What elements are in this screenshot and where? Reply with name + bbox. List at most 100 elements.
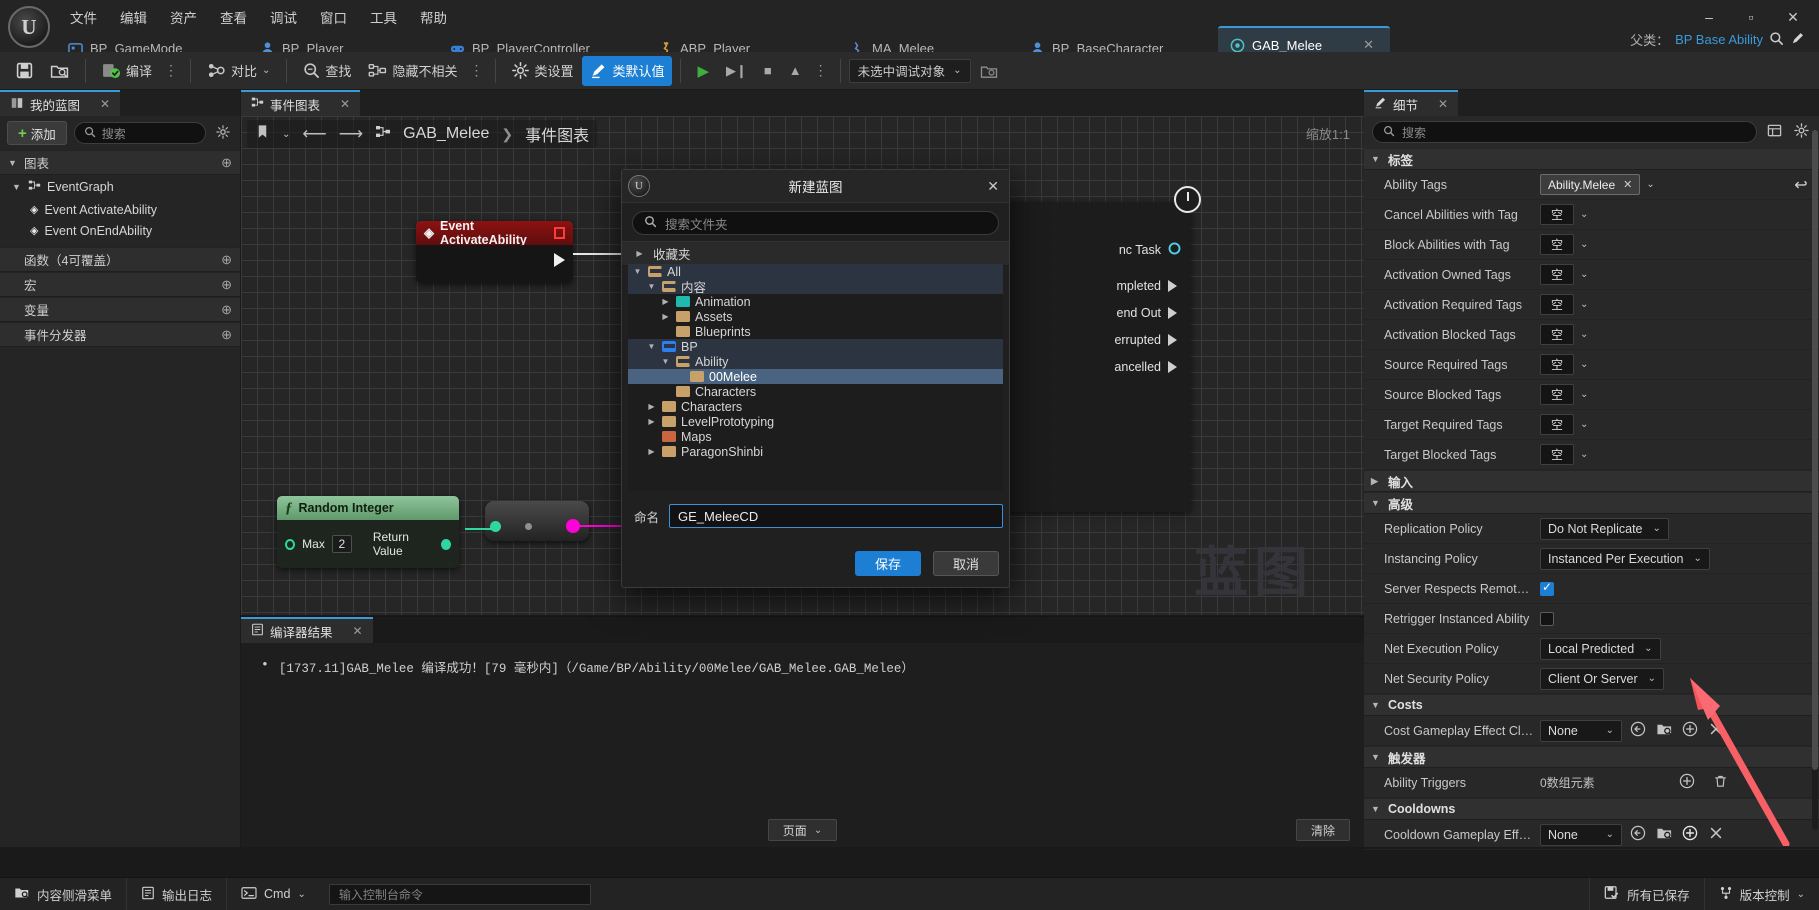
compile-button[interactable]: 编译: [94, 56, 160, 86]
tag-container-empty[interactable]: 空: [1540, 294, 1574, 315]
tag-container-empty[interactable]: 空: [1540, 414, 1574, 435]
scrollbar-thumb[interactable]: [1812, 130, 1818, 770]
section-macros[interactable]: 宏 ⊕: [0, 272, 240, 297]
chevron-down-icon[interactable]: ⌄: [1580, 329, 1588, 340]
play-options-button[interactable]: ⋮: [811, 62, 832, 79]
cooldown-gameplay-effect-dropdown[interactable]: None ⌄: [1540, 823, 1622, 846]
debug-object-select[interactable]: 未选中调试对象 ⌄: [848, 58, 971, 83]
edit-icon[interactable]: [1790, 31, 1805, 49]
tag-container-empty[interactable]: 空: [1540, 264, 1574, 285]
chevron-right-icon[interactable]: ▶: [660, 297, 671, 306]
close-icon[interactable]: ✕: [100, 97, 110, 111]
stop-button[interactable]: ■: [756, 56, 780, 86]
chevron-down-icon[interactable]: ▼: [632, 267, 643, 276]
tree-item-animation[interactable]: ▶ Animation: [628, 294, 1003, 309]
gear-icon[interactable]: [213, 124, 233, 142]
chevron-down-icon[interactable]: ⌄: [1580, 239, 1588, 250]
debug-browse-button[interactable]: [972, 56, 1006, 86]
category-advanced[interactable]: ▼ 高级: [1364, 492, 1819, 514]
category-cooldowns[interactable]: ▼ Cooldowns: [1364, 798, 1819, 820]
step-button[interactable]: ▶❙: [718, 56, 755, 86]
tab-compiler-results[interactable]: 编译器结果 ✕: [241, 617, 373, 643]
retrigger-instanced-checkbox[interactable]: [1540, 611, 1554, 626]
section-functions[interactable]: 函数（4可覆盖） ⊕: [0, 247, 240, 272]
tree-item-00melee[interactable]: 00Melee: [628, 369, 1003, 384]
chevron-down-icon[interactable]: ▼: [646, 342, 657, 351]
add-variable-icon[interactable]: ⊕: [221, 302, 232, 318]
tab-event-graph[interactable]: 事件图表 ✕: [241, 90, 361, 116]
chevron-down-icon[interactable]: ⌄: [262, 65, 270, 76]
favorites-row[interactable]: ▶ 收藏夹: [622, 241, 1009, 266]
asset-name-input[interactable]: GE_MeleeCD: [669, 504, 1003, 528]
back-button[interactable]: ⟵: [302, 124, 326, 144]
graph-item-event-onendability[interactable]: ◈ Event OnEndAbility: [0, 220, 240, 241]
bookmark-icon[interactable]: [255, 124, 270, 144]
add-function-icon[interactable]: ⊕: [221, 252, 232, 268]
section-graphs[interactable]: ▼ 图表 ⊕: [0, 150, 240, 175]
clear-asset-icon[interactable]: [1706, 825, 1726, 844]
details-scrollbar[interactable]: [1812, 130, 1818, 830]
exec-out-pin[interactable]: [1168, 360, 1181, 374]
play-button[interactable]: ▶: [689, 56, 717, 86]
breadcrumb-asset[interactable]: GAB_Melee: [403, 125, 489, 143]
node-ability-task[interactable]: nc Task mpleted end Out errupted ancelle…: [981, 202, 1191, 512]
class-defaults-button[interactable]: 类默认值: [582, 55, 673, 86]
tab-details[interactable]: 细节 ✕: [1364, 90, 1459, 116]
chevron-down-icon[interactable]: ⌄: [1580, 299, 1588, 310]
compiler-log-body[interactable]: • [1737.11]GAB_Melee 编译成功！[79 毫秒内]（/Game…: [241, 643, 1364, 813]
return-value-pin[interactable]: [440, 538, 451, 550]
task-out-pin-icon[interactable]: [1168, 242, 1181, 258]
max-input-pin[interactable]: [285, 538, 296, 550]
unreal-logo-icon[interactable]: U: [8, 6, 50, 48]
exec-out-pin[interactable]: [554, 253, 565, 267]
details-search-input[interactable]: 搜索: [1372, 121, 1757, 143]
replication-policy-dropdown[interactable]: Do Not Replicate ⌄: [1540, 517, 1669, 540]
tree-item-content[interactable]: ▼ 内容: [628, 279, 1003, 295]
forward-button[interactable]: ⟶: [339, 124, 363, 144]
tree-item-blueprints[interactable]: Blueprints: [628, 324, 1003, 339]
gear-icon[interactable]: [1791, 123, 1811, 141]
compile-options-button[interactable]: ⋮: [161, 62, 182, 79]
chevron-down-icon[interactable]: ⌄: [1580, 359, 1588, 370]
search-input[interactable]: 搜索: [73, 122, 206, 144]
create-new-asset-icon[interactable]: [1680, 721, 1700, 740]
find-in-content-browser-icon[interactable]: [1654, 721, 1674, 740]
class-settings-button[interactable]: 类设置: [504, 56, 581, 86]
chevron-down-icon[interactable]: ⌄: [1646, 179, 1654, 190]
collapsed-node-out-pin[interactable]: [566, 519, 580, 533]
all-saved-button[interactable]: 所有已保存: [1589, 877, 1704, 910]
tag-container-empty[interactable]: 空: [1540, 354, 1574, 375]
chevron-down-icon[interactable]: ⌄: [1580, 389, 1588, 400]
chevron-down-icon[interactable]: ⌄: [1580, 419, 1588, 430]
add-macro-icon[interactable]: ⊕: [221, 277, 232, 293]
hide-unrelated-options-button[interactable]: ⋮: [466, 62, 487, 79]
chevron-right-icon[interactable]: ▶: [646, 417, 657, 426]
delete-all-icon[interactable]: [1711, 774, 1731, 792]
page-selector[interactable]: 页面 ⌄: [767, 819, 838, 841]
close-icon[interactable]: ✕: [1351, 37, 1374, 53]
section-event-dispatchers[interactable]: 事件分发器 ⊕: [0, 322, 240, 347]
browse-to-asset-button[interactable]: [42, 56, 77, 86]
tag-container-empty[interactable]: 空: [1540, 384, 1574, 405]
tree-item-paragonshinbi[interactable]: ▶ ParagonShinbi: [628, 444, 1003, 459]
cancel-button[interactable]: 取消: [933, 551, 999, 576]
close-icon[interactable]: ✕: [1438, 97, 1448, 111]
exec-out-pin[interactable]: [1168, 333, 1181, 347]
find-button[interactable]: 查找: [295, 56, 359, 86]
output-log-button[interactable]: 输出日志: [127, 877, 228, 910]
add-element-icon[interactable]: [1677, 773, 1697, 792]
chevron-down-icon[interactable]: ⌄: [282, 129, 290, 140]
chevron-right-icon[interactable]: ▶: [660, 312, 671, 321]
cmd-mode-selector[interactable]: Cmd ⌄: [227, 878, 320, 910]
event-delegate-pin[interactable]: [554, 227, 565, 239]
eject-button[interactable]: ▲: [781, 56, 810, 86]
remove-tag-icon[interactable]: ✕: [1623, 178, 1632, 191]
chevron-right-icon[interactable]: ▶: [646, 447, 657, 456]
max-value-input[interactable]: 2: [331, 535, 352, 553]
search-icon[interactable]: [1769, 31, 1784, 49]
chevron-right-icon[interactable]: ▶: [646, 402, 657, 411]
chevron-down-icon[interactable]: ▼: [660, 357, 671, 366]
graph-root-eventgraph[interactable]: ▼ EventGraph: [0, 175, 240, 199]
maximize-button[interactable]: ▫: [1731, 4, 1771, 30]
save-button[interactable]: [8, 56, 41, 86]
